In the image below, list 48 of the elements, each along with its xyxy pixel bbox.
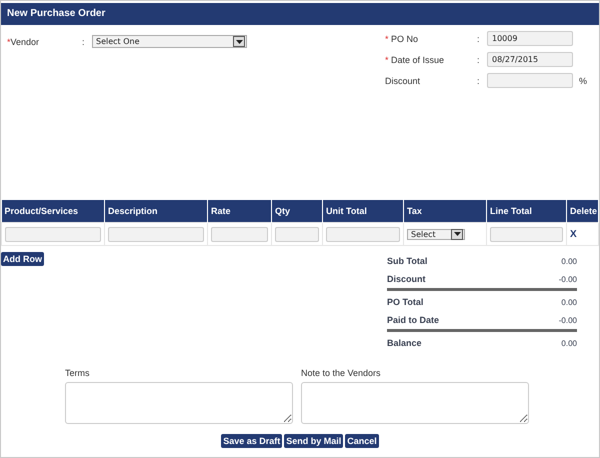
total-label: Discount xyxy=(387,274,426,284)
action-button[interactable]: Cancel xyxy=(345,434,379,448)
tax-select[interactable]: Select xyxy=(407,228,465,240)
field-label: Note to the Vendors xyxy=(301,368,382,378)
input-field[interactable] xyxy=(490,226,563,242)
field-label: *Vendor xyxy=(7,36,40,46)
input-field[interactable] xyxy=(108,226,204,242)
input-field[interactable] xyxy=(275,226,319,242)
total-label: Balance xyxy=(387,338,422,348)
page-title: New Purchase Order xyxy=(1,3,599,25)
column-header: Qty xyxy=(272,200,322,222)
total-label: PO Total xyxy=(387,297,424,307)
total-value: -0.00 xyxy=(558,316,577,324)
input-field[interactable] xyxy=(5,226,101,242)
delete-link[interactable]: X xyxy=(570,228,577,240)
total-value: 0.00 xyxy=(561,298,577,306)
column-header: Unit Total xyxy=(322,200,404,222)
field-separator: : xyxy=(476,76,480,86)
add-row-button[interactable]: Add Row xyxy=(1,252,44,266)
total-label: Paid to Date xyxy=(387,315,440,325)
input-field[interactable] xyxy=(326,226,400,242)
column-header: Line Total xyxy=(486,200,566,222)
input-field[interactable] xyxy=(486,73,573,88)
column-header: Rate xyxy=(208,200,272,222)
input-field[interactable] xyxy=(211,226,268,242)
unit-label: % xyxy=(578,76,587,86)
field-label: * PO No xyxy=(384,34,420,44)
total-value: -0.00 xyxy=(558,274,577,284)
field-separator: : xyxy=(476,34,480,44)
total-label: Sub Total xyxy=(387,256,428,266)
text-area[interactable] xyxy=(301,382,529,424)
column-header: Delete xyxy=(566,200,598,222)
column-header: Product/Services xyxy=(2,200,104,222)
text-area[interactable] xyxy=(65,382,293,424)
input-field[interactable]: 10009 xyxy=(486,31,573,46)
field-separator: : xyxy=(82,36,86,46)
action-button[interactable]: Save as Draft xyxy=(221,434,282,448)
field-label: Terms xyxy=(65,368,90,378)
action-button[interactable]: Send by Mail xyxy=(284,434,344,448)
column-header: Tax xyxy=(404,200,486,222)
input-field[interactable]: 08/27/2015 xyxy=(486,52,573,67)
total-value: 0.00 xyxy=(561,256,577,266)
field-separator: : xyxy=(476,54,480,64)
field-label: * Date of Issue xyxy=(384,54,446,64)
vendor-select[interactable]: Select One xyxy=(92,35,247,48)
total-value: 0.00 xyxy=(561,338,577,348)
field-label: Discount xyxy=(384,76,421,86)
column-header: Description xyxy=(104,200,208,222)
